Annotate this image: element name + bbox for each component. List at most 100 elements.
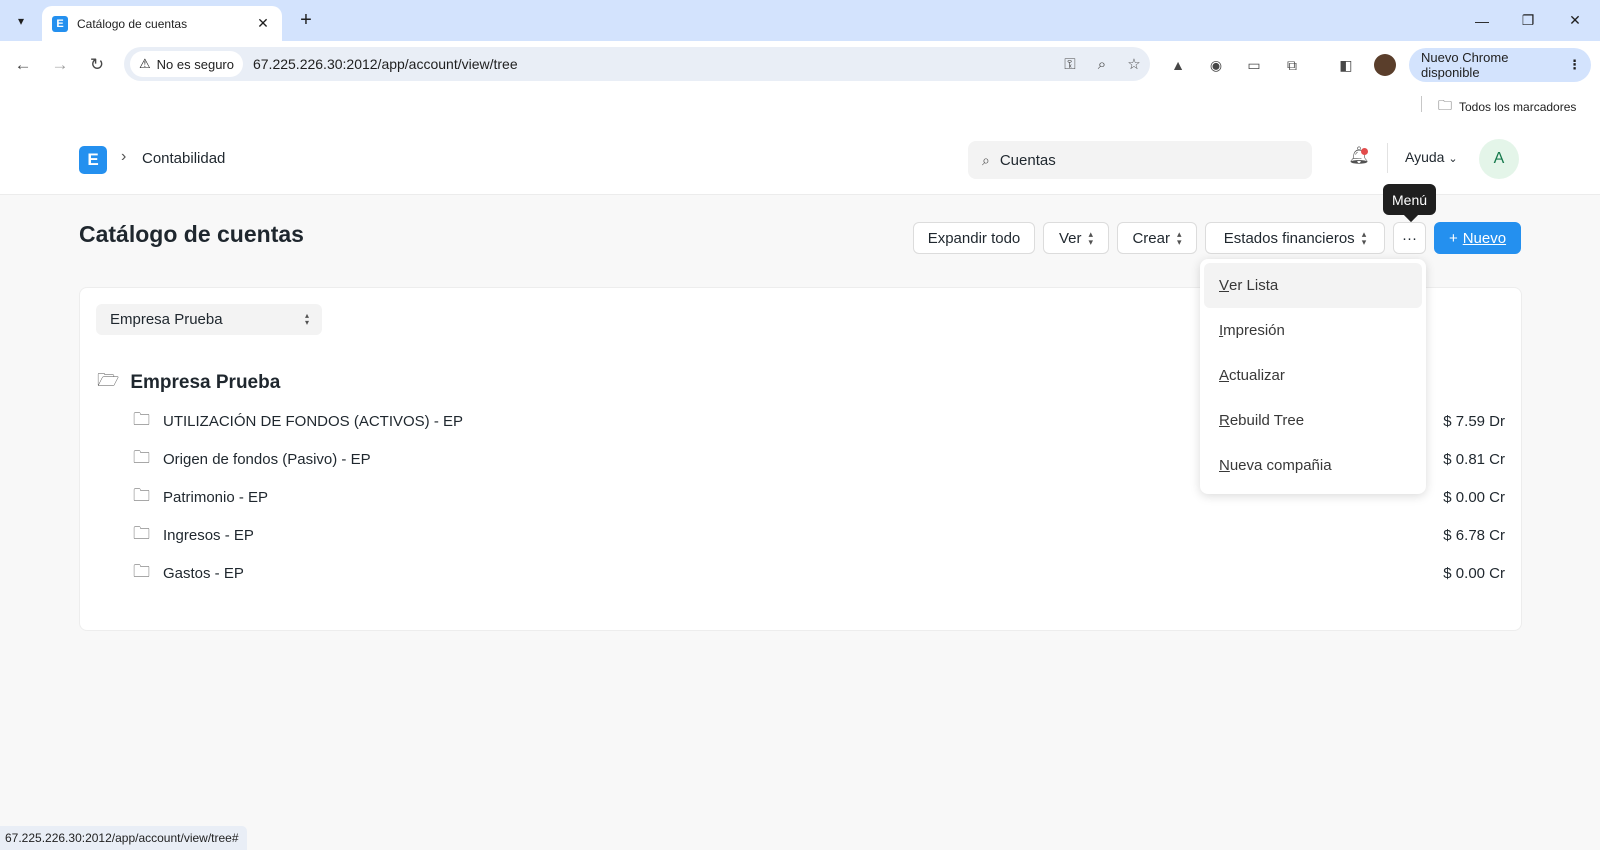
forward-arrow-icon[interactable]: → [46, 51, 74, 79]
create-button[interactable]: Crear ▴ ▾ [1117, 222, 1197, 254]
tree-row[interactable]: 🗀 Ingresos - EP $ 6.78 Cr [133, 520, 1505, 550]
search-bar[interactable]: ⌕ [968, 141, 1312, 179]
menu-item-accesskey: A [1219, 367, 1230, 384]
tree-root-node[interactable]: 🗁 Empresa Prueba [97, 368, 280, 398]
status-url-bubble: 67.225.226.30:2012/app/account/view/tree… [0, 826, 247, 850]
account-label: Ingresos - EP [163, 526, 254, 544]
chevron-down-icon: ⌄ [1448, 153, 1458, 165]
menu-item-label: ebuild Tree [1229, 412, 1305, 429]
browser-tab-strip: ▾ E Catálogo de cuentas ✕ + — ❐ ✕ [0, 0, 1600, 41]
menu-item-print[interactable]: Impresión [1204, 308, 1422, 353]
folder-icon: 🗀 [133, 561, 150, 581]
bookmarks-bar: 🗀 Todos los marcadores [0, 89, 1600, 119]
menu-item-accesskey: R [1219, 412, 1230, 429]
search-input[interactable] [999, 151, 1280, 169]
app-navbar: E › Contabilidad ⌕ 🔔︎ Ayuda ⌄ A [0, 119, 1600, 195]
folder-icon: 🗀 [133, 485, 150, 505]
select-arrows-icon: ▴ ▾ [304, 311, 309, 327]
address-bar[interactable]: ⚠ No es seguro 67.225.226.30:2012/app/ac… [124, 47, 1150, 81]
menu-item-accesskey: N [1219, 457, 1230, 474]
password-key-icon[interactable]: ⚿ [1054, 56, 1086, 73]
update-label: Nuevo Chrome disponible [1421, 50, 1509, 80]
restore-icon[interactable]: ❐ [1505, 0, 1551, 41]
expand-all-button[interactable]: Expandir todo [913, 222, 1035, 254]
new-label: Nuevo [1462, 229, 1507, 247]
tree-root-label: Empresa Prueba [130, 372, 281, 393]
company-select[interactable]: Empresa Prueba ▴ ▾ [96, 304, 322, 335]
user-avatar[interactable]: A [1479, 139, 1519, 179]
extensions-puzzle-icon[interactable]: ⧉ [1282, 55, 1302, 75]
navbar-divider [1387, 143, 1388, 173]
select-arrows-icon: ▴ ▾ [1361, 229, 1367, 247]
account-label: Gastos - EP [163, 564, 244, 582]
new-tab-plus-icon[interactable]: + [293, 8, 319, 34]
bookmark-star-icon[interactable]: ☆ [1118, 55, 1150, 73]
account-balance: $ 0.00 Cr [1443, 564, 1505, 582]
create-label: Crear [1132, 229, 1170, 247]
menu-item-refresh[interactable]: Actualizar [1204, 353, 1422, 398]
url-text[interactable]: 67.225.226.30:2012/app/account/view/tree [253, 56, 1054, 72]
menu-item-new-company[interactable]: Nueva compañia [1204, 443, 1422, 488]
help-dropdown[interactable]: Ayuda ⌄ [1405, 149, 1458, 165]
financial-statements-button[interactable]: Estados financieros ▴ ▾ [1205, 222, 1385, 254]
security-chip[interactable]: ⚠ No es seguro [130, 51, 243, 77]
extension-icon[interactable]: ◉ [1206, 55, 1226, 75]
profile-avatar[interactable] [1374, 54, 1396, 76]
app-logo[interactable]: E [79, 146, 107, 174]
minimize-icon[interactable]: — [1459, 0, 1505, 41]
tab-search-chevron-icon[interactable]: ▾ [8, 8, 34, 34]
extension-icon[interactable]: ▭ [1244, 55, 1264, 75]
close-window-icon[interactable]: ✕ [1552, 0, 1598, 41]
side-panel-icon[interactable]: ◧ [1336, 55, 1356, 75]
page-title: Catálogo de cuentas [79, 221, 304, 247]
folder-icon: 🗀 [1438, 97, 1452, 113]
warning-icon: ⚠ [139, 56, 151, 71]
browser-tab[interactable]: E Catálogo de cuentas ✕ [42, 6, 282, 41]
folder-icon: 🗀 [133, 523, 150, 543]
folder-icon: 🗀 [133, 447, 150, 467]
company-select-value: Empresa Prueba [110, 311, 223, 328]
menu-item-label: mpresión [1223, 322, 1285, 339]
tab-close-icon[interactable]: ✕ [254, 15, 272, 32]
menu-tooltip: Menú [1383, 184, 1437, 215]
account-label: Origen de fondos (Pasivo) - EP [163, 450, 371, 468]
menu-item-label: er Lista [1229, 277, 1279, 294]
back-arrow-icon[interactable]: ← [9, 51, 37, 79]
browser-toolbar: ← → ↻ ⚠ No es seguro 67.225.226.30:2012/… [0, 41, 1600, 89]
notification-dot [1361, 148, 1368, 155]
menu-item-rebuild-tree[interactable]: Rebuild Tree [1204, 398, 1422, 443]
select-arrows-icon: ▴ ▾ [1176, 229, 1182, 247]
zoom-icon[interactable]: ⌕ [1086, 56, 1118, 73]
kebab-menu-icon: ⋮ [1568, 57, 1581, 72]
all-bookmarks-button[interactable]: 🗀 Todos los marcadores [1438, 95, 1576, 119]
help-label: Ayuda [1405, 149, 1445, 165]
account-balance: $ 6.78 Cr [1443, 526, 1505, 544]
view-button[interactable]: Ver ▴ ▾ [1043, 222, 1109, 254]
new-button[interactable]: + Nuevo [1434, 222, 1521, 254]
account-balance: $ 0.00 Cr [1443, 488, 1505, 506]
search-icon: ⌕ [982, 151, 990, 168]
account-balance: $ 7.59 Dr [1443, 412, 1505, 430]
folder-open-icon: 🗁 [97, 370, 120, 390]
bookmarks-separator [1421, 96, 1422, 112]
more-menu-button[interactable]: ··· [1393, 222, 1426, 254]
more-menu-dropdown: Ver Lista Impresión Actualizar Rebuild T… [1200, 259, 1426, 494]
account-label: Patrimonio - EP [163, 488, 269, 506]
breadcrumb[interactable]: Contabilidad [142, 150, 225, 167]
menu-item-view-list[interactable]: Ver Lista [1204, 263, 1422, 308]
select-arrows-icon: ▴ ▾ [1088, 229, 1094, 247]
tab-title: Catálogo de cuentas [77, 16, 188, 31]
folder-icon: 🗀 [133, 409, 150, 429]
plus-icon: + [1448, 229, 1458, 247]
chrome-update-button[interactable]: Nuevo Chrome disponible ⋮ [1409, 48, 1591, 82]
menu-item-accesskey: V [1219, 277, 1230, 294]
reload-icon[interactable]: ↻ [83, 51, 111, 79]
account-balance: $ 0.81 Cr [1443, 450, 1505, 468]
expand-all-label: Expandir todo [927, 229, 1021, 247]
all-bookmarks-label: Todos los marcadores [1459, 100, 1577, 114]
financial-statements-label: Estados financieros [1223, 229, 1355, 247]
extension-icon[interactable]: ▲ [1168, 55, 1188, 75]
security-label: No es seguro [156, 56, 234, 72]
tree-row[interactable]: 🗀 Gastos - EP $ 0.00 Cr [133, 558, 1505, 588]
account-label: UTILIZACIÓN DE FONDOS (ACTIVOS) - EP [163, 412, 464, 430]
